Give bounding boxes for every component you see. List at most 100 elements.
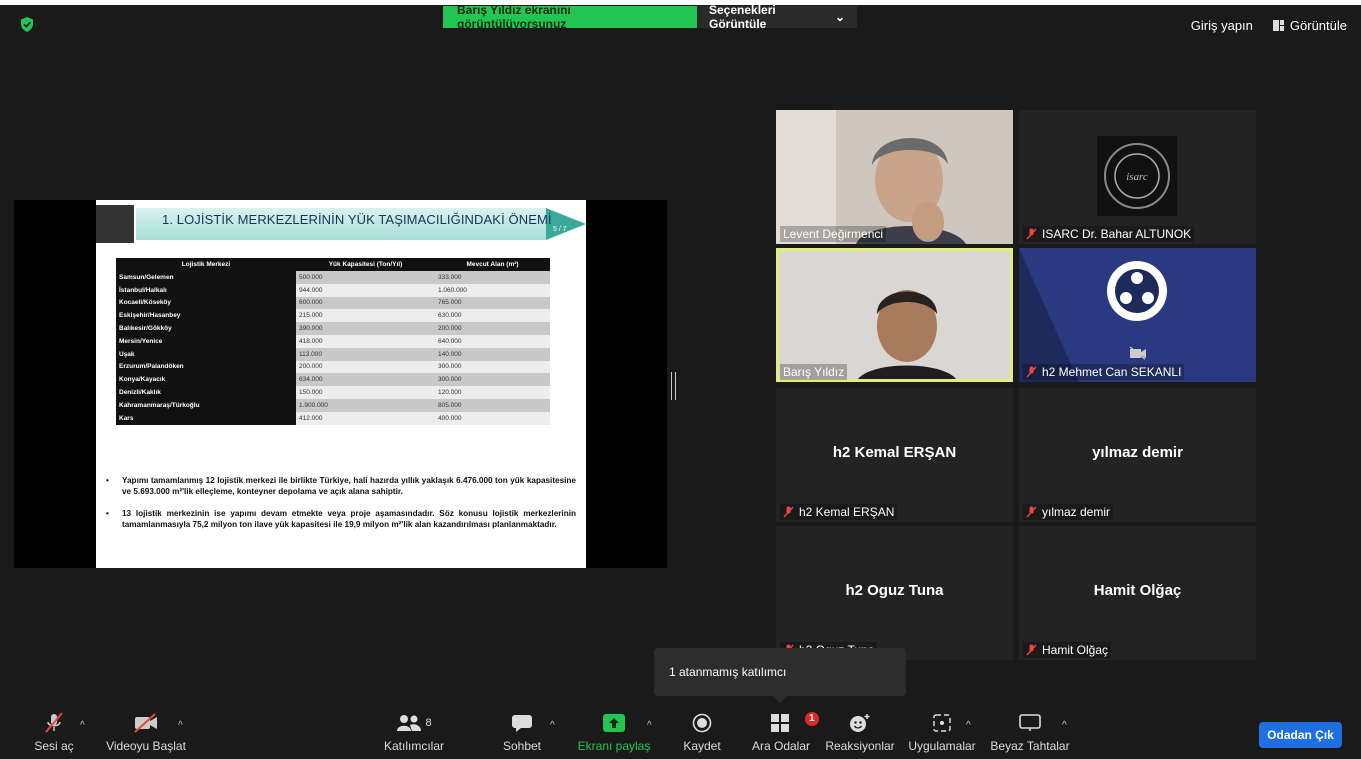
- video-tile-hamit[interactable]: Hamit Olğaç Hamit Olğaç: [1019, 526, 1256, 660]
- chat-button[interactable]: Sohbet: [500, 708, 544, 759]
- slide-bullets: Yapımı tamamlanmış 12 lojistik merkezi i…: [106, 475, 576, 541]
- breakout-badge: 1: [805, 712, 819, 726]
- table-cell: Balıkesir/Gökköy: [116, 322, 296, 335]
- chat-label: Sohbet: [502, 739, 542, 753]
- video-tile-oguz[interactable]: h2 Oguz Tuna h2 Oguz Tuna: [776, 526, 1013, 660]
- table-cell: 215.000: [296, 309, 435, 323]
- apps-button[interactable]: Uygulamalar: [907, 708, 977, 759]
- chevron-down-icon: ⌄: [834, 10, 845, 24]
- table-cell: İstanbul/Halkalı: [116, 283, 296, 297]
- start-video-label: Videoyu Başlat: [106, 739, 186, 753]
- video-tile-mehmet[interactable]: h2 Mehmet Can SEKANLI: [1019, 248, 1256, 382]
- table-header: Mevcut Alan (m²): [435, 258, 550, 271]
- table-row: Mersin/Yenice 418.000 640.000: [116, 334, 550, 348]
- breakout-rooms-button[interactable]: 1 Ara Odalar: [751, 708, 819, 759]
- security-shield-icon[interactable]: [20, 17, 34, 32]
- table-cell: Samsun/Gelemen: [116, 271, 296, 284]
- participants-count: 8: [425, 717, 432, 729]
- mic-muted-icon: [1026, 644, 1037, 656]
- table-cell: Uşak: [116, 347, 296, 361]
- table-cell: 630.000: [435, 309, 550, 323]
- table-row: Denizli/Kaklık 150.000 120.000: [116, 386, 550, 399]
- unassigned-participants-tooltip: 1 atanmamış katılımcı: [654, 648, 906, 703]
- logistics-table: Lojistik Merkezi Yük Kapasitesi (Ton/Yıl…: [116, 258, 550, 425]
- resize-handle[interactable]: [671, 372, 676, 400]
- chat-options-caret-icon[interactable]: ^: [550, 720, 555, 731]
- participants-button[interactable]: 8 Katılımcılar: [383, 708, 445, 759]
- sharing-status-text: Barış Yıldız ekranını görüntülüyorsunuz: [443, 3, 697, 31]
- isarc-logo-icon: isarc: [1097, 136, 1177, 216]
- table-cell: 805.000: [435, 398, 550, 412]
- whiteboard-icon: [1019, 714, 1041, 731]
- video-tile-levent[interactable]: Levent Değirmenci: [776, 110, 1013, 244]
- participant-center-name: yılmaz demir: [1092, 444, 1183, 461]
- unmute-button[interactable]: Sesi aç: [34, 708, 74, 759]
- table-row: İstanbul/Halkalı 944.000 1.060.000: [116, 283, 550, 297]
- smiley-plus-icon: [850, 714, 870, 732]
- table-cell: 333.000: [435, 271, 550, 284]
- audio-options-caret-icon[interactable]: ^: [80, 720, 85, 731]
- video-tile-kemal[interactable]: h2 Kemal ERŞAN h2 Kemal ERŞAN: [776, 388, 1013, 522]
- whiteboard-options-caret-icon[interactable]: ^: [1062, 720, 1067, 731]
- participants-icon: [397, 715, 422, 731]
- table-cell: 150.000: [296, 386, 435, 399]
- breakout-rooms-icon: [771, 714, 789, 732]
- view-options-label: Seçenekleri Görüntüle: [709, 3, 776, 31]
- signin-link[interactable]: Giriş yapın: [1191, 18, 1253, 33]
- table-cell: 390.000: [296, 322, 435, 335]
- table-cell: 120.000: [435, 386, 550, 399]
- table-row: Uşak 113.000 140.000: [116, 347, 550, 361]
- share-screen-icon: [603, 714, 625, 732]
- share-screen-button[interactable]: Ekranı paylaş: [578, 708, 650, 759]
- table-cell: Kars: [116, 411, 296, 425]
- table-cell: 300.000: [435, 360, 550, 374]
- video-options-caret-icon[interactable]: ^: [178, 720, 183, 731]
- reactions-label: Reaksiyonlar: [825, 739, 895, 753]
- video-off-icon: [1129, 346, 1146, 360]
- participant-name: yılmaz demir: [1023, 504, 1114, 520]
- table-cell: Denizli/Kaklık: [116, 386, 296, 399]
- table-row: Kahramanmaraş/Türkoğlu 1.900.000 805.000: [116, 398, 550, 412]
- shared-screen: 1. LOJİSTİK MERKEZLERİNİN YÜK TAŞIMACILI…: [14, 200, 667, 568]
- table-cell: 113.000: [296, 347, 435, 361]
- bullet-text: Yapımı tamamlanmış 12 lojistik merkezi i…: [106, 475, 576, 497]
- table-row: Balıkesir/Gökköy 390.000 200.000: [116, 322, 550, 335]
- table-row: Konya/Kayacık 634.000 300.000: [116, 373, 550, 387]
- mic-muted-icon: [1026, 506, 1037, 518]
- table-cell: 418.000: [296, 334, 435, 348]
- table-cell: 200.000: [296, 360, 435, 374]
- record-label: Kaydet: [683, 739, 721, 753]
- start-video-button[interactable]: Videoyu Başlat: [106, 708, 186, 759]
- table-cell: 200.000: [435, 322, 550, 335]
- table-cell: 140.000: [435, 347, 550, 361]
- view-button[interactable]: Görüntüle: [1272, 18, 1347, 33]
- video-tile-baris[interactable]: Barış Yıldız: [776, 248, 1013, 382]
- table-cell: 400.000: [435, 411, 550, 425]
- video-tile-yilmaz[interactable]: yılmaz demir yılmaz demir: [1019, 388, 1256, 522]
- screen-share-banner: Barış Yıldız ekranını görüntülüyorsunuz …: [443, 3, 857, 31]
- mic-muted-icon: [783, 506, 794, 518]
- table-row: Erzurum/Palandöken 200.000 300.000: [116, 360, 550, 374]
- table-cell: Kocaeli/Köseköy: [116, 296, 296, 310]
- leave-room-button[interactable]: Odadan Çık: [1259, 722, 1342, 748]
- table-row: Kocaeli/Köseköy 600.000 765.000: [116, 296, 550, 310]
- participant-center-name: h2 Kemal ERŞAN: [832, 444, 957, 461]
- participant-video: [1019, 248, 1256, 382]
- record-icon: [692, 713, 712, 733]
- apps-options-caret-icon[interactable]: ^: [966, 720, 971, 731]
- video-tile-isarc[interactable]: isarc ISARC Dr. Bahar ALTUNOK: [1019, 110, 1256, 244]
- reactions-button[interactable]: Reaksiyonlar: [825, 708, 895, 759]
- participant-name: h2 Mehmet Can SEKANLI: [1023, 364, 1185, 380]
- mic-muted-icon: [45, 712, 63, 733]
- table-row: Kars 412.000 400.000: [116, 411, 550, 425]
- table-cell: 412.000: [296, 411, 435, 425]
- breakout-rooms-label: Ara Odalar: [751, 739, 811, 753]
- mic-muted-icon: [1026, 228, 1037, 240]
- table-cell: Konya/Kayacık: [116, 373, 296, 387]
- table-row: Eskişehir/Hasanbey 215.000 630.000: [116, 309, 550, 323]
- whiteboards-button[interactable]: Beyaz Tahtalar: [990, 708, 1070, 759]
- record-button[interactable]: Kaydet: [682, 708, 722, 759]
- view-options-button[interactable]: Seçenekleri Görüntüle ⌄: [697, 3, 857, 31]
- table-cell: 634.000: [296, 373, 435, 387]
- share-options-caret-icon[interactable]: ^: [647, 720, 652, 731]
